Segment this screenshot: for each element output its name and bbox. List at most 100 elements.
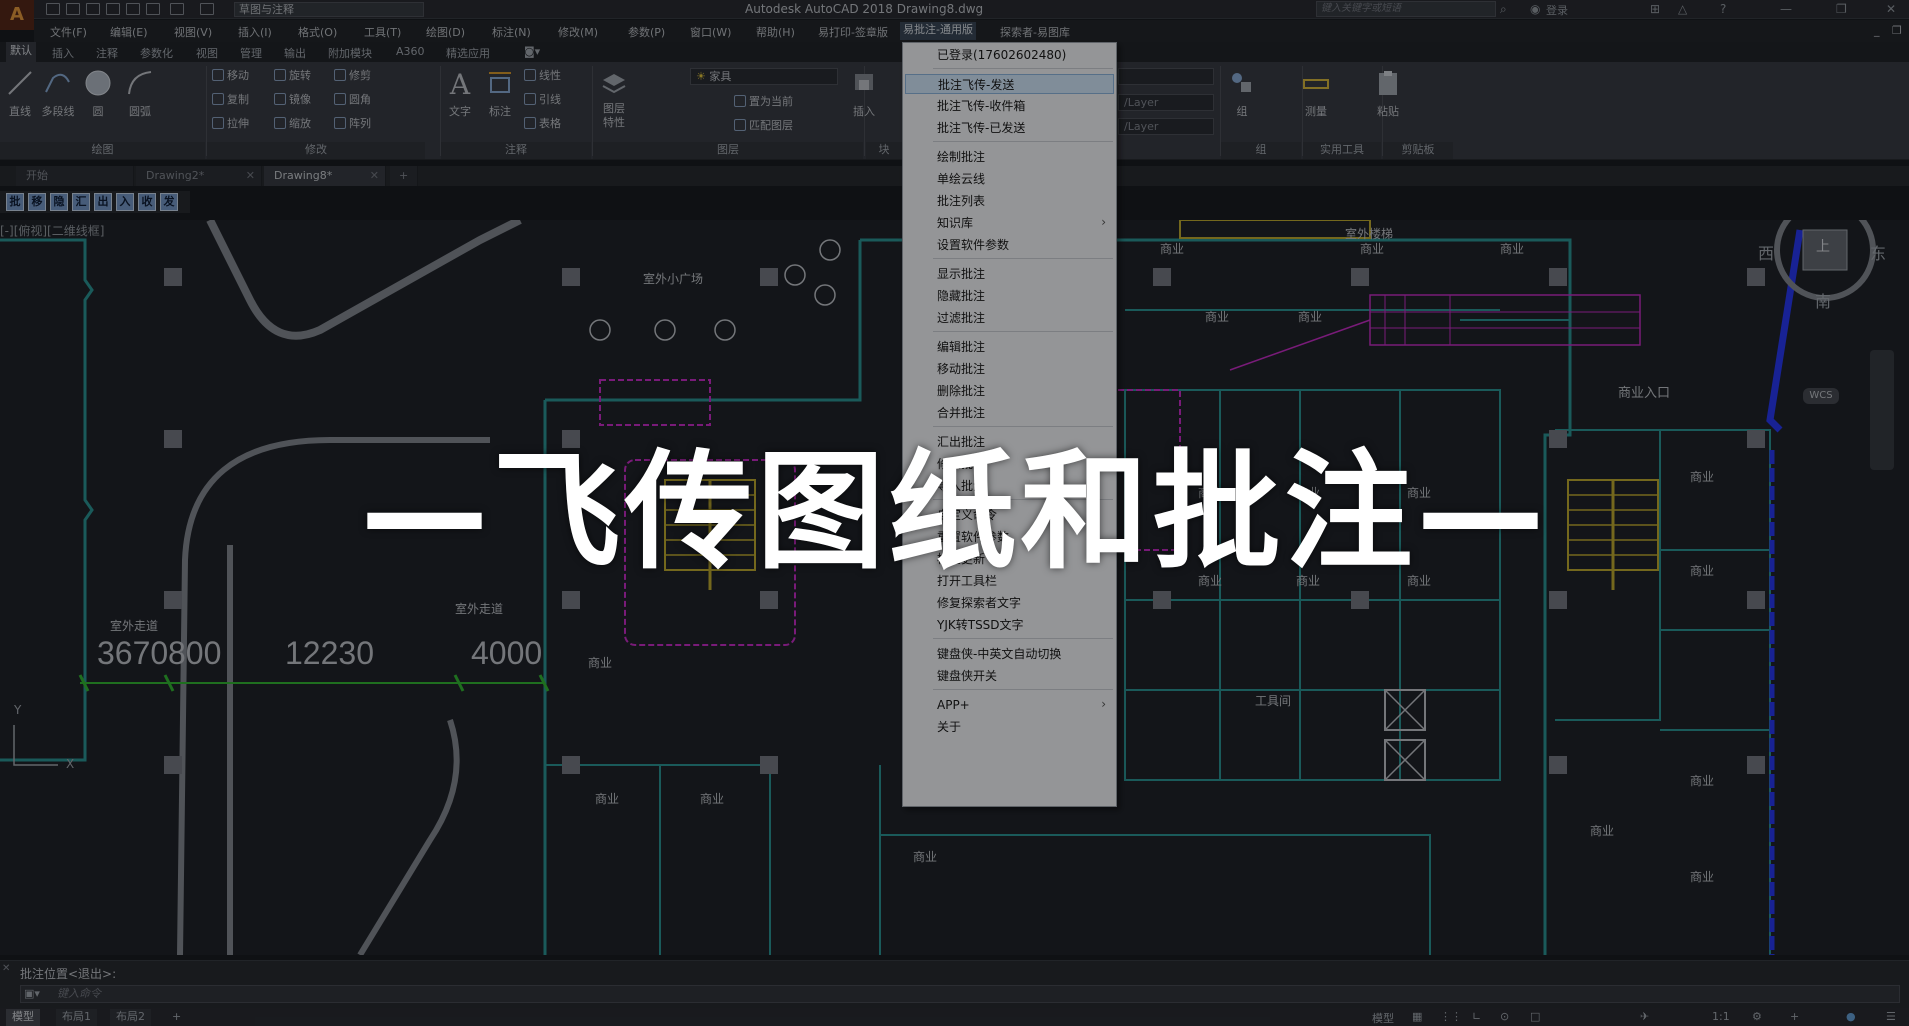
hide-markups-item[interactable]: 隐藏批注	[937, 286, 985, 306]
open-file-icon[interactable]	[66, 3, 80, 15]
array-tool[interactable]: 阵列	[334, 116, 371, 132]
app-plus-item[interactable]: APP+	[937, 695, 970, 715]
logged-in-status[interactable]: 已登录(17602602480)	[937, 45, 1066, 65]
layer-properties-tool[interactable]: 图层特性	[594, 68, 634, 130]
cart-icon[interactable]: ⊞	[1650, 2, 1660, 16]
tab-output[interactable]: 输出	[284, 45, 306, 61]
menu-view[interactable]: 视图(V)	[174, 24, 212, 40]
table-tool[interactable]: 表格	[524, 116, 561, 132]
group-tool[interactable]: 组	[1222, 68, 1262, 119]
panel-clipboard-footer[interactable]: 剪贴板	[1383, 142, 1453, 159]
repair-text-item[interactable]: 修复探索者文字	[937, 593, 1021, 613]
toolbar-hide-button[interactable]: 隐	[50, 193, 68, 211]
add-layout-button[interactable]: +	[166, 1009, 187, 1026]
restore-button[interactable]: ❐	[1836, 2, 1847, 16]
ortho-icon[interactable]: ∟	[1472, 1010, 1481, 1023]
panel-group-footer[interactable]: 组	[1221, 142, 1301, 159]
measure-tool[interactable]: 测量	[1296, 68, 1336, 119]
menu-explorer-library[interactable]: 探索者-易图库	[1000, 24, 1070, 40]
close-tab-icon[interactable]: ✕	[246, 166, 255, 186]
tab-a360[interactable]: A360	[396, 45, 425, 58]
snap-icon[interactable]: ⋮⋮	[1440, 1010, 1462, 1023]
tab-annotate[interactable]: 注释	[96, 45, 118, 61]
menu-draw[interactable]: 绘图(D)	[426, 24, 465, 40]
command-input[interactable]: 键入命令	[20, 985, 1900, 1003]
panel-annotation-footer[interactable]: 注释	[441, 142, 591, 159]
menu-tools[interactable]: 工具(T)	[364, 24, 401, 40]
menu-modify[interactable]: 修改(M)	[558, 24, 598, 40]
panel-layer-footer[interactable]: 图层	[593, 142, 863, 159]
line-tool[interactable]: 直线	[0, 68, 40, 119]
close-command-icon[interactable]: ✕	[2, 963, 10, 974]
settings-item[interactable]: 设置软件参数	[937, 235, 1009, 255]
viewport-controls[interactable]: [-][俯视][二维线框]	[0, 222, 104, 239]
add-icon[interactable]: +	[1790, 1010, 1799, 1023]
osnap-icon[interactable]: □	[1530, 1010, 1540, 1023]
knowledge-base-item[interactable]: 知识库	[937, 213, 973, 233]
circle-tool[interactable]: 圆	[78, 68, 118, 119]
panel-draw-footer[interactable]: 绘图	[0, 142, 205, 159]
close-tab-icon[interactable]: ✕	[370, 166, 379, 186]
tab-layout1[interactable]: 布局1	[56, 1009, 97, 1026]
panel-block-footer[interactable]: 块	[866, 142, 902, 159]
show-markups-item[interactable]: 显示批注	[937, 264, 985, 284]
menu-help[interactable]: 帮助(H)	[756, 24, 795, 40]
panel-utilities-footer[interactable]: 实用工具	[1303, 142, 1381, 159]
toolbar-inbox-button[interactable]: 收	[138, 193, 156, 211]
revcloud-item[interactable]: 单绘云线	[937, 169, 985, 189]
menu-dimension[interactable]: 标注(N)	[492, 24, 531, 40]
menu-window[interactable]: 窗口(W)	[690, 24, 731, 40]
scale-tool[interactable]: 缩放	[274, 116, 311, 132]
tab-view[interactable]: 视图	[196, 45, 218, 61]
keyboard-toggle-item[interactable]: 键盘侠开关	[937, 666, 997, 686]
grid-icon[interactable]: ▦	[1412, 1010, 1422, 1023]
wcs-button[interactable]: WCS	[1803, 388, 1839, 404]
filter-markups-item[interactable]: 过滤批注	[937, 308, 985, 328]
sent-item[interactable]: 批注飞传-已发送	[937, 118, 1025, 138]
toolbar-summary-button[interactable]: 汇	[72, 193, 90, 211]
toolbar-annotate-button[interactable]: 批	[6, 193, 24, 211]
menu-file[interactable]: 文件(F)	[50, 24, 87, 40]
edit-markup-item[interactable]: 编辑批注	[937, 337, 985, 357]
binoculars-icon[interactable]: ⌕	[1500, 2, 1507, 17]
set-current-tool[interactable]: 置为当前	[734, 94, 793, 110]
viewcube-top-label[interactable]: 上	[1816, 236, 1830, 256]
layer-dropdown[interactable]: ☀ 家具	[690, 68, 838, 85]
send-markup-item[interactable]: 批注飞传-发送	[905, 74, 1114, 94]
toolbar-export-button[interactable]: 出	[94, 193, 112, 211]
model-space-button[interactable]: 模型	[1372, 1010, 1394, 1026]
login-link[interactable]: 登录	[1546, 2, 1568, 18]
menu-edit[interactable]: 编辑(E)	[110, 24, 148, 40]
linetype-dropdown[interactable]: /Layer	[1118, 94, 1214, 111]
mirror-tool[interactable]: 镜像	[274, 92, 311, 108]
fillet-tool[interactable]: 圆角	[334, 92, 371, 108]
text-tool[interactable]: A 文字	[440, 68, 480, 119]
markup-list-item[interactable]: 批注列表	[937, 191, 985, 211]
insert-block-tool[interactable]: 插入	[844, 68, 884, 119]
linear-tool[interactable]: 线性	[524, 68, 561, 84]
redo-icon[interactable]	[200, 3, 214, 15]
toolbar-move-button[interactable]: 移	[28, 193, 46, 211]
annotation-scale-icon[interactable]: ✈	[1640, 1010, 1649, 1023]
close-button[interactable]: ✕	[1886, 2, 1896, 16]
help-icon[interactable]: ?	[1720, 2, 1726, 16]
user-icon[interactable]: ◉	[1530, 2, 1540, 16]
tab-addins[interactable]: 附加模块	[328, 45, 372, 61]
print-icon[interactable]	[126, 3, 140, 15]
menu-format[interactable]: 格式(O)	[298, 24, 337, 40]
plot-icon[interactable]	[146, 3, 160, 15]
yjk-convert-item[interactable]: YJK转TSSD文字	[937, 615, 1024, 635]
search-input[interactable]: 键入关键字或短语	[1316, 1, 1496, 17]
menu-easy-annotate[interactable]: 易批注-通用版	[900, 22, 976, 40]
color-dropdown[interactable]	[1118, 68, 1214, 85]
minimize-button[interactable]: —	[1780, 2, 1792, 16]
lineweight-dropdown[interactable]: /Layer	[1118, 118, 1214, 135]
file-tab-drawing2[interactable]: Drawing2* ✕	[136, 166, 262, 186]
undo-icon[interactable]	[170, 3, 184, 15]
menu-parametric[interactable]: 参数(P)	[628, 24, 665, 40]
compass-west-label[interactable]: 西	[1758, 240, 1774, 264]
workspace-select[interactable]: 草图与注释	[234, 2, 424, 17]
command-prompt-icon[interactable]: ▣▾	[24, 987, 40, 1000]
menubar-minimize-icon[interactable]: _	[1874, 24, 1880, 37]
file-tab-start[interactable]: 开始	[16, 166, 134, 186]
